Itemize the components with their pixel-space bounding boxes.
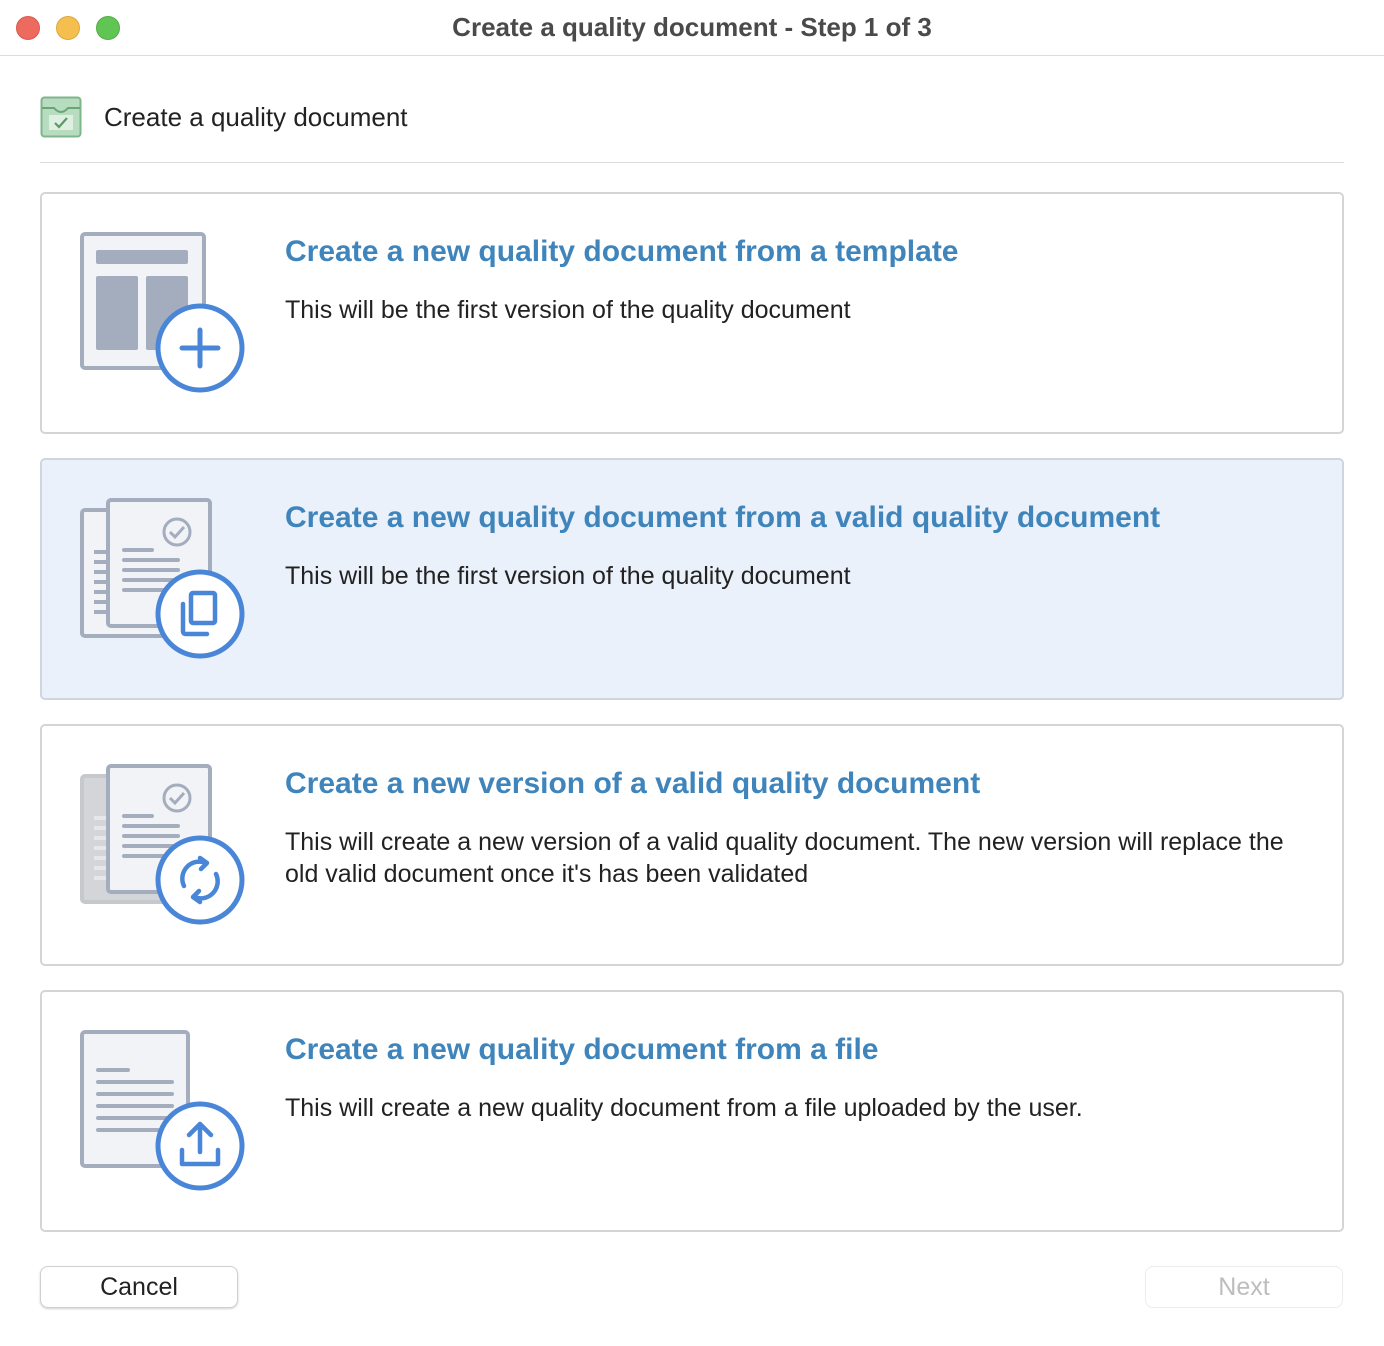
next-button[interactable]: Next	[1145, 1266, 1343, 1308]
option-title: Create a new quality document from a tem…	[285, 235, 959, 268]
template-add-icon	[80, 232, 245, 393]
option-description: This will be the first version of the qu…	[285, 296, 851, 324]
title-bar: Create a quality document - Step 1 of 3	[0, 0, 1384, 56]
option-from-valid-document[interactable]: Create a new quality document from a val…	[40, 458, 1344, 700]
new-version-icon	[80, 764, 245, 925]
option-title: Create a new quality document from a val…	[285, 501, 1161, 534]
option-from-file[interactable]: Create a new quality document from a fil…	[40, 990, 1344, 1232]
window-title: Create a quality document - Step 1 of 3	[452, 12, 932, 42]
quality-document-icon	[40, 96, 82, 138]
option-description: This will create a new quality document …	[285, 1094, 1083, 1122]
upload-file-icon	[80, 1030, 245, 1191]
dialog-header: Create a quality document	[40, 94, 1344, 163]
option-new-version[interactable]: Create a new version of a valid quality …	[40, 724, 1344, 966]
dialog-title: Create a quality document	[104, 102, 408, 132]
option-description: This will create a new version of a vali…	[285, 828, 1284, 888]
option-title: Create a new version of a valid quality …	[285, 767, 981, 800]
cancel-button[interactable]: Cancel	[40, 1266, 238, 1308]
option-description: This will be the first version of the qu…	[285, 562, 851, 590]
option-title: Create a new quality document from a fil…	[285, 1033, 879, 1066]
option-from-template[interactable]: Create a new quality document from a tem…	[40, 192, 1344, 434]
copy-document-icon	[80, 498, 245, 659]
